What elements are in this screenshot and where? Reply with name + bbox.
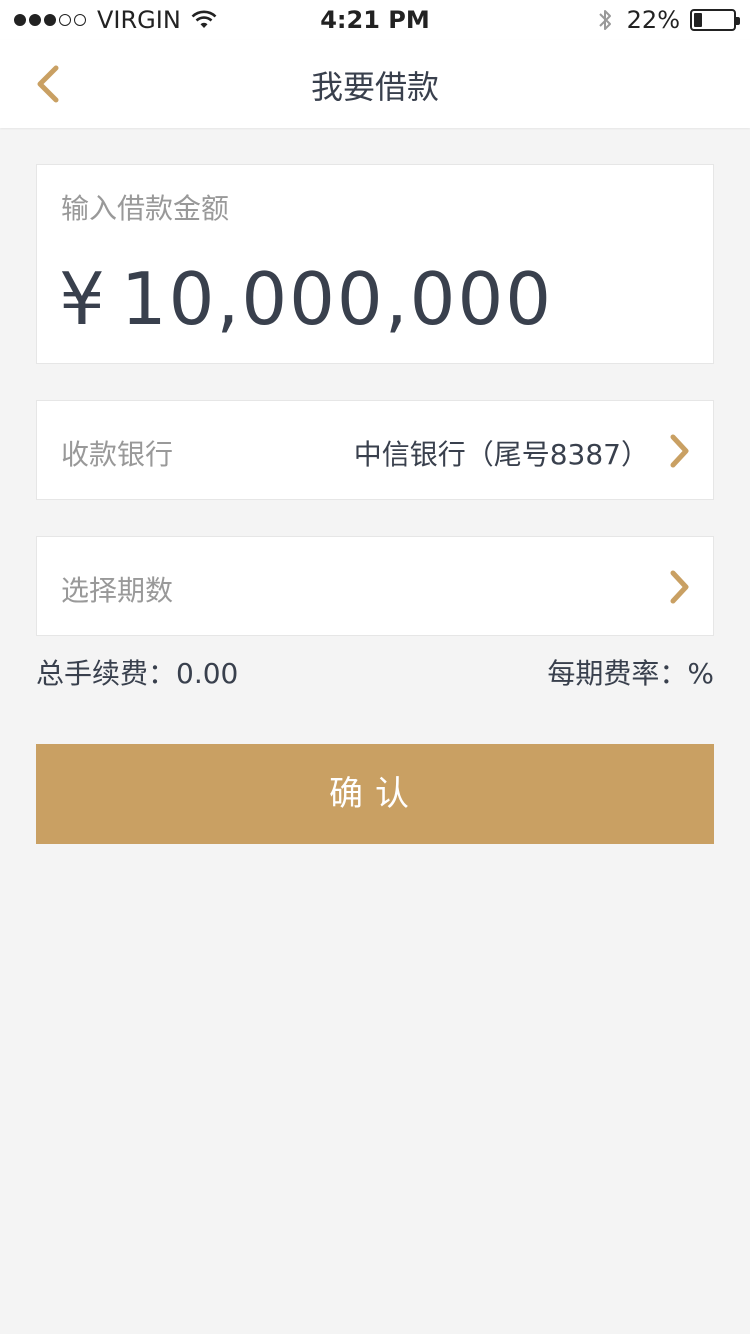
loan-amount-input[interactable]: 输入借款金额 ¥10,000,000 bbox=[36, 164, 714, 364]
period-label: 选择期数 bbox=[61, 574, 174, 607]
installment-period-selector[interactable]: 选择期数 bbox=[36, 536, 714, 636]
battery-fill bbox=[694, 13, 702, 27]
total-fee: 总手续费：0.00 bbox=[36, 652, 238, 692]
period-rate: 每期费率：% bbox=[547, 652, 714, 692]
bank-label: 收款银行 bbox=[61, 438, 174, 471]
battery-percent: 22% bbox=[626, 6, 680, 34]
total-fee-value: 0.00 bbox=[176, 657, 239, 690]
bluetooth-icon bbox=[598, 10, 611, 30]
amount-value: ¥10,000,000 bbox=[59, 257, 553, 341]
battery-icon bbox=[690, 9, 740, 31]
rate-label: 每期费率： bbox=[547, 657, 688, 690]
confirm-button[interactable]: 确认 bbox=[36, 744, 714, 844]
navigation-bar: 我要借款 bbox=[0, 40, 750, 128]
rate-value: % bbox=[687, 657, 714, 690]
page-title: 我要借款 bbox=[310, 68, 439, 106]
amount-label: 输入借款金额 bbox=[61, 192, 230, 225]
status-bar: VIRGIN 4:21 PM 22% bbox=[0, 0, 750, 40]
bank-value: 中信银行（尾号8387） bbox=[353, 438, 649, 471]
chevron-right-icon bbox=[670, 570, 689, 604]
total-fee-label: 总手续费： bbox=[36, 657, 177, 690]
status-right: 22% bbox=[597, 6, 740, 34]
chevron-right-icon bbox=[670, 434, 689, 468]
receiving-bank-selector[interactable]: 收款银行 中信银行（尾号8387） bbox=[36, 400, 714, 500]
battery-cap bbox=[736, 17, 740, 25]
amount-number: 10,000,000 bbox=[120, 257, 554, 341]
currency-symbol: ¥ bbox=[59, 257, 107, 341]
fee-summary: 总手续费：0.00 每期费率：% bbox=[36, 652, 714, 692]
